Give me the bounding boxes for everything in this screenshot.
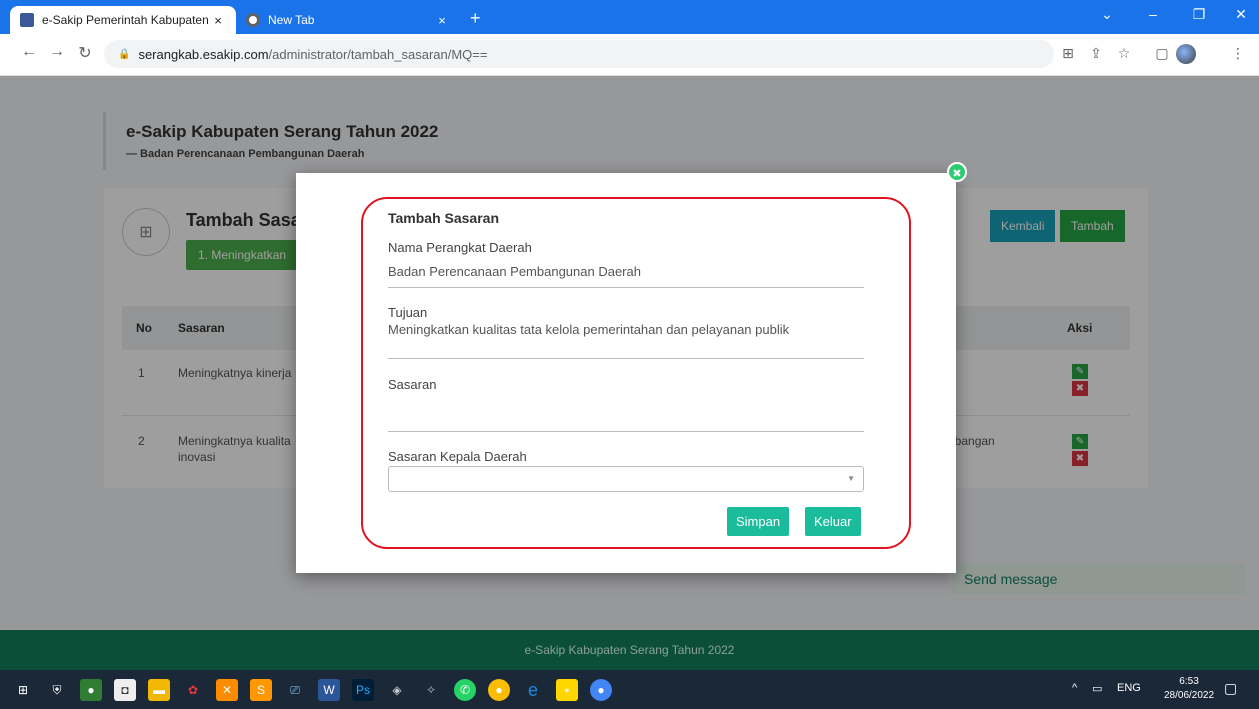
chevron-up-icon[interactable]: ^ xyxy=(1072,682,1077,694)
tab-search-icon[interactable]: ⌄ xyxy=(1092,6,1122,23)
field-underline xyxy=(388,287,864,288)
tab-close-icon[interactable]: × xyxy=(434,13,450,28)
simpan-button[interactable]: Simpan xyxy=(727,507,790,536)
new-tab-button[interactable]: + xyxy=(470,8,481,29)
share-icon[interactable]: ⇪ xyxy=(1086,45,1106,62)
file-explorer-icon[interactable]: ▬ xyxy=(148,679,170,701)
keluar-button[interactable]: Keluar xyxy=(805,507,861,536)
forward-icon[interactable]: → xyxy=(46,43,68,61)
modal-title: Tambah Sasaran xyxy=(388,210,500,226)
battery-icon[interactable]: ▭ xyxy=(1092,682,1102,695)
xampp-icon[interactable]: ✕ xyxy=(216,679,238,701)
clock-time: 6:53 xyxy=(1179,676,1199,687)
sasaran-input[interactable] xyxy=(388,400,864,428)
word-icon[interactable]: W xyxy=(318,679,340,701)
camera-icon[interactable]: ◘ xyxy=(114,679,136,701)
back-icon[interactable]: ← xyxy=(18,43,40,61)
field-underline xyxy=(388,358,864,359)
kepala-select[interactable]: ▼ xyxy=(388,466,864,492)
tab-title: e-Sakip Pemerintah Kabupaten S xyxy=(42,13,210,27)
site-favicon-icon xyxy=(20,13,34,27)
url-path: /administrator/tambah_sasaran/MQ== xyxy=(268,46,488,62)
shield-icon[interactable]: ⛨ xyxy=(46,679,68,701)
reload-icon[interactable]: ↻ xyxy=(74,43,96,63)
bookmark-star-icon[interactable]: ☆ xyxy=(1114,45,1134,62)
language-indicator[interactable]: ENG xyxy=(1117,682,1141,694)
minimize-icon[interactable]: – xyxy=(1138,6,1168,22)
tujuan-label: Tujuan xyxy=(388,305,428,320)
tab-new-tab[interactable]: New Tab × xyxy=(236,6,460,34)
edge-icon[interactable]: e xyxy=(522,679,544,701)
chrome-profile-icon[interactable]: ● xyxy=(590,679,612,701)
perangkat-label: Nama Perangkat Daerah xyxy=(388,240,532,255)
app-flower-icon[interactable]: ✿ xyxy=(182,679,204,701)
whatsapp-icon[interactable]: ✆ xyxy=(454,679,476,701)
app-image-icon[interactable]: ◈ xyxy=(386,679,408,701)
tujuan-field[interactable]: Meningkatkan kualitas tata kelola pemeri… xyxy=(388,322,789,337)
tab-title: New Tab xyxy=(268,13,315,27)
kepala-label: Sasaran Kepala Daerah xyxy=(388,449,527,464)
sticky-notes-icon[interactable]: ▪ xyxy=(556,679,578,701)
sasaran-label: Sasaran xyxy=(388,377,437,392)
chevron-down-icon: ▼ xyxy=(847,474,855,483)
address-bar[interactable]: 🔒 serangkab.esakip.com/administrator/tam… xyxy=(104,40,1054,68)
clock[interactable]: 6:53 28/06/2022 xyxy=(1164,675,1214,703)
tab-esakip[interactable]: e-Sakip Pemerintah Kabupaten S × xyxy=(10,6,236,34)
chrome-icon xyxy=(246,13,260,27)
network-app-icon[interactable]: ⎚ xyxy=(284,679,306,701)
lock-icon[interactable]: 🔒 xyxy=(118,49,130,60)
profile-avatar[interactable] xyxy=(1176,44,1196,64)
app-globe-icon[interactable]: ● xyxy=(80,679,102,701)
translate-icon[interactable]: ⊞ xyxy=(1058,45,1078,62)
sublime-icon[interactable]: S xyxy=(250,679,272,701)
browser-toolbar: ← → ↻ 🔒 serangkab.esakip.com/administrat… xyxy=(0,34,1259,76)
restore-icon[interactable]: ❐ xyxy=(1184,6,1214,23)
close-window-icon[interactable]: ✕ xyxy=(1226,6,1256,23)
photoshop-icon[interactable]: Ps xyxy=(352,679,374,701)
notification-icon[interactable]: ▢ xyxy=(1224,680,1237,697)
browser-tab-strip: e-Sakip Pemerintah Kabupaten S × New Tab… xyxy=(0,0,1259,34)
url-host: serangkab.esakip.com xyxy=(138,46,269,62)
chrome-icon[interactable]: ● xyxy=(488,679,510,701)
perangkat-field[interactable]: Badan Perencanaan Pembangunan Daerah xyxy=(388,264,641,279)
clock-date: 28/06/2022 xyxy=(1164,690,1215,701)
side-panel-icon[interactable]: ▢ xyxy=(1152,45,1172,62)
windows-taskbar: ⊞ ⛨ ● ◘ ▬ ✿ ✕ S ⎚ W Ps ◈ ✧ ✆ ● e ▪ ● ^ ▭… xyxy=(0,670,1259,709)
windows-start-icon[interactable]: ⊞ xyxy=(12,679,34,701)
modal-close-icon[interactable]: ✖ xyxy=(947,162,967,182)
app-feather-icon[interactable]: ✧ xyxy=(420,679,442,701)
menu-icon[interactable]: ⋮ xyxy=(1228,45,1248,62)
field-underline xyxy=(388,431,864,432)
tab-close-icon[interactable]: × xyxy=(210,13,226,28)
